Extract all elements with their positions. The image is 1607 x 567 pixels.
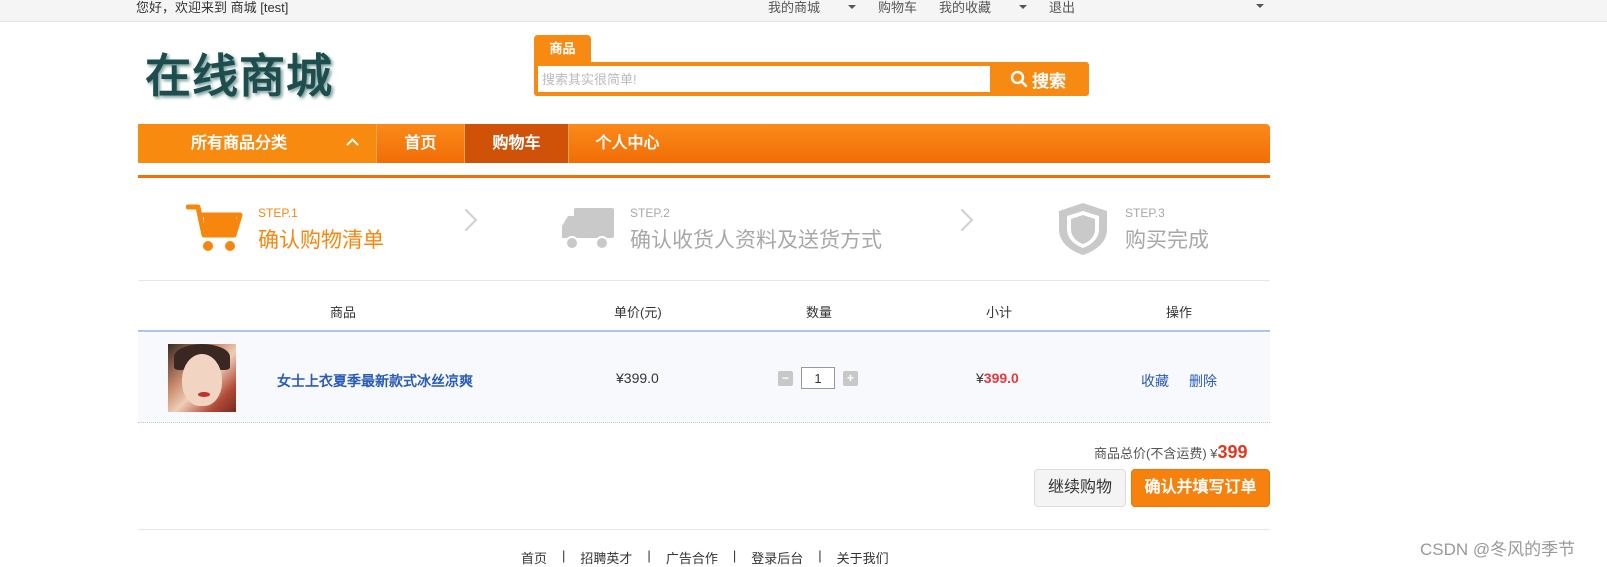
- product-thumbnail[interactable]: [168, 344, 236, 412]
- nav-item-profile[interactable]: 个人中心: [568, 124, 686, 163]
- search-input[interactable]: [538, 66, 990, 92]
- header-product: 商品: [330, 305, 357, 320]
- cart-table-header: 商品 单价(元) 数量 小计 操作: [138, 298, 1270, 332]
- header-actions: 操作: [1166, 305, 1193, 320]
- footer-separator: |: [647, 548, 651, 563]
- step-2-title: 确认收货人资料及送货方式: [630, 229, 882, 252]
- favorites-label: 我的收藏: [939, 0, 992, 15]
- all-categories-label: 所有商品分类: [191, 135, 288, 152]
- welcome-text: 您好，欢迎来到 商城 [test]: [136, 0, 289, 15]
- increase-quantity-button[interactable]: +: [843, 370, 858, 386]
- header-unit-price: 单价(元): [614, 305, 662, 320]
- footer-separator: |: [562, 548, 566, 563]
- top-bar: 您好，欢迎来到 商城 [test] 我的商城 购物车 我的收藏 退出: [0, 0, 1607, 22]
- favorite-link[interactable]: 收藏: [1141, 371, 1169, 391]
- cart-link[interactable]: 购物车: [878, 0, 917, 16]
- subtotal-currency: ¥: [976, 370, 984, 386]
- continue-shopping-button[interactable]: 继续购物: [1034, 469, 1126, 507]
- quantity-stepper: − +: [778, 367, 858, 389]
- search-icon: [1010, 70, 1028, 88]
- search-box: 搜索: [534, 62, 1089, 96]
- unit-price: ¥399.0: [616, 370, 659, 386]
- header-quantity: 数量: [806, 305, 833, 320]
- chevron-up-icon: [346, 138, 359, 151]
- step-1-title: 确认购物清单: [258, 229, 384, 252]
- subtotal-value: 399.0: [983, 370, 1019, 386]
- search-tab-products[interactable]: 商品: [534, 35, 591, 62]
- steps-divider: [138, 280, 1270, 281]
- search-button-label: 搜索: [1032, 71, 1066, 91]
- total-amount: 399: [1217, 442, 1248, 462]
- order-total: 商品总价(不含运费) ¥399: [1094, 442, 1248, 463]
- site-logo[interactable]: 在线商城: [145, 40, 333, 106]
- delete-link[interactable]: 删除: [1189, 371, 1217, 391]
- thumbnail-face: [182, 354, 222, 406]
- nav-item-home[interactable]: 首页: [376, 124, 464, 163]
- chevron-right-icon: [950, 208, 974, 232]
- chevron-down-icon: [848, 4, 857, 9]
- footer-divider: [138, 529, 1270, 530]
- header-subtotal: 小计: [986, 305, 1013, 320]
- footer-link-ads[interactable]: 广告合作: [666, 548, 718, 567]
- chevron-down-icon[interactable]: [1256, 4, 1264, 8]
- step-3-title: 购买完成: [1125, 229, 1209, 252]
- table-row: 女士上衣夏季最新款式冰丝凉爽 ¥399.0 − + ¥399.0 收藏 删除: [138, 333, 1270, 423]
- watermark: CSDN @冬风的季节: [1420, 540, 1576, 559]
- footer-link-admin[interactable]: 登录后台: [751, 548, 803, 567]
- total-label: 商品总价(不含运费) ¥: [1094, 446, 1218, 461]
- nav-item-cart[interactable]: 购物车: [464, 124, 568, 163]
- logout-link[interactable]: 退出: [1049, 0, 1075, 16]
- search-button[interactable]: 搜索: [990, 64, 1086, 94]
- all-categories-menu[interactable]: 所有商品分类: [138, 124, 376, 163]
- step-2-number: STEP.2: [630, 206, 670, 220]
- main-nav: 所有商品分类 首页 购物车 个人中心: [138, 124, 1270, 163]
- footer-links: 首页 | 招聘英才 | 广告合作 | 登录后台 | 关于我们: [521, 548, 889, 567]
- favorites-menu[interactable]: 我的收藏: [939, 0, 1028, 16]
- delivery-truck-icon: [562, 208, 614, 250]
- top-links: 我的商城 购物车 我的收藏 退出: [768, 0, 1097, 16]
- chevron-down-icon: [1019, 4, 1028, 9]
- thumbnail-lips: [198, 392, 210, 397]
- my-mall-label: 我的商城: [768, 0, 821, 15]
- my-mall-menu[interactable]: 我的商城: [768, 0, 857, 16]
- chevron-right-icon: [454, 208, 478, 232]
- quantity-input[interactable]: [801, 367, 835, 389]
- footer-link-home[interactable]: 首页: [521, 548, 547, 567]
- step-3-number: STEP.3: [1125, 206, 1165, 220]
- product-name-link[interactable]: 女士上衣夏季最新款式冰丝凉爽: [277, 371, 473, 391]
- nav-underline: [138, 175, 1270, 178]
- step-1-number: STEP.1: [258, 206, 298, 220]
- confirm-order-button[interactable]: 确认并填写订单: [1131, 469, 1270, 507]
- footer-link-careers[interactable]: 招聘英才: [580, 548, 632, 567]
- shopping-cart-icon: [186, 204, 243, 251]
- row-subtotal: ¥399.0: [976, 370, 1019, 386]
- shield-icon: [1059, 203, 1107, 255]
- footer-separator: |: [732, 548, 737, 563]
- footer-separator: |: [818, 548, 822, 563]
- footer-link-about[interactable]: 关于我们: [837, 548, 889, 567]
- decrease-quantity-button[interactable]: −: [778, 370, 793, 386]
